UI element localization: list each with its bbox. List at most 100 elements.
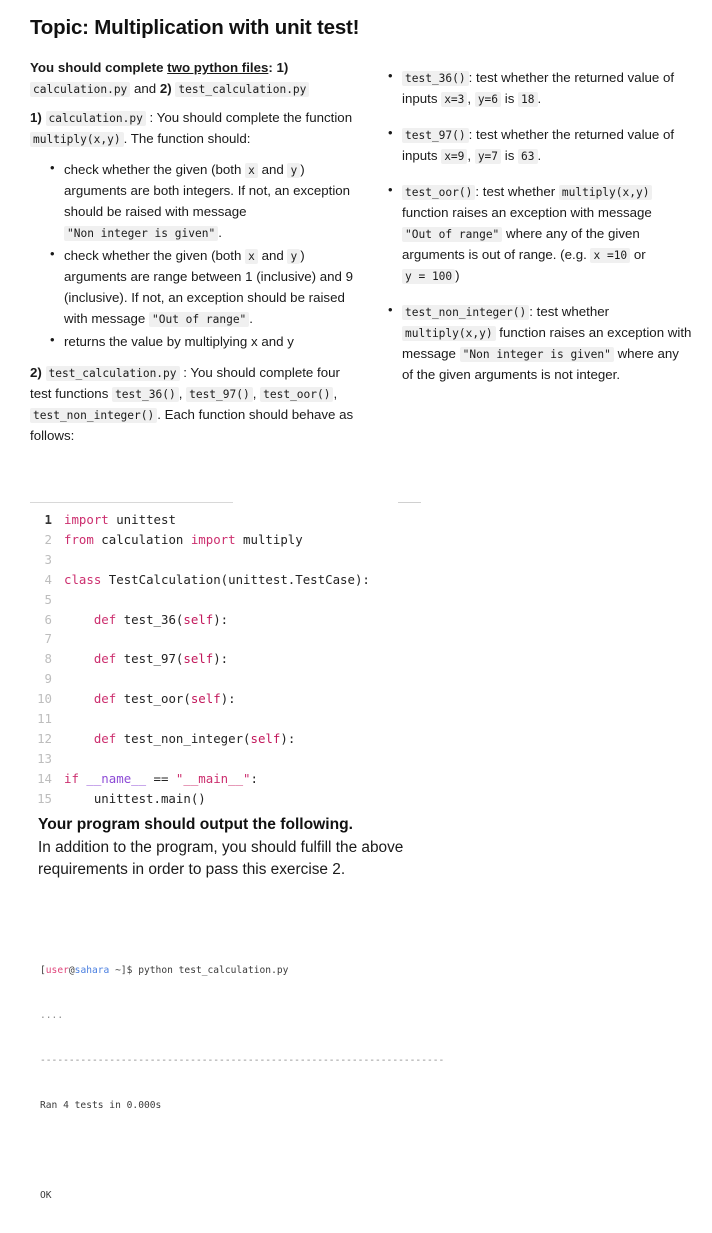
inline-code-y6: y=6 — [474, 92, 502, 108]
code-token: import — [190, 531, 236, 547]
inline-code-test-36: test_36() — [402, 71, 469, 87]
left-column: You should complete two python files: 1)… — [30, 57, 360, 456]
bullet3-text: returns the value by multiplying x and y — [64, 334, 294, 350]
output-body: In addition to the program, you should f… — [38, 838, 404, 879]
two-column-body: You should complete two python files: 1)… — [30, 57, 694, 456]
code-line-number: 1 — [44, 512, 52, 527]
inline-code-x: x — [245, 249, 258, 265]
code-line-text: def test_oor(self): — [64, 689, 236, 709]
list-item: check whether the given (both x and y) a… — [50, 158, 360, 243]
page-title: Topic: Multiplication with unit test! — [30, 16, 360, 39]
code-line-number: 2 — [44, 531, 52, 547]
inline-code-file1: calculation.py — [30, 82, 131, 98]
inline-code-y: y — [287, 249, 301, 265]
code-line-number: 13 — [37, 750, 52, 766]
terminal-summary: Ran 4 tests in 0.000s — [40, 1100, 162, 1111]
code-token: from — [64, 531, 94, 547]
prompt-close: ~]$ — [109, 965, 139, 976]
inline-code-test-oor: test_oor() — [402, 185, 476, 201]
inline-code-test-non-integer: test_non_integer() — [402, 305, 530, 321]
code-line-number: 4 — [44, 571, 52, 587]
code-token: test_97( — [116, 651, 184, 667]
code-token: def — [93, 730, 117, 746]
rb2-t1: : test whether — [475, 184, 556, 200]
rb2-t5: ) — [455, 268, 460, 284]
test-spec-bullet-list: test_36(): test whether the returned val… — [382, 66, 692, 385]
code-token: test_oor( — [116, 691, 191, 707]
list-item: check whether the given (both x and y) a… — [50, 244, 360, 329]
code-line: 1 import unittest — [30, 510, 590, 530]
rb0-t3: . — [537, 91, 542, 107]
code-token: unittest.main() — [64, 790, 206, 806]
code-line: 9 — [30, 669, 590, 689]
code-token: ): — [213, 611, 229, 627]
code-line-text: def test_36(self): — [64, 610, 228, 630]
inline-code-test-97: test_97() — [186, 387, 253, 403]
inline-code-x9: x=9 — [441, 149, 468, 165]
code-token: test_non_integer( — [116, 730, 251, 746]
inline-code-out-of-range-message: "Out of range" — [149, 312, 250, 328]
terminal-command: python test_calculation.py — [138, 965, 289, 976]
bullet1-post: . — [218, 225, 222, 241]
code-token: ): — [280, 730, 296, 746]
rb1-s1: , — [467, 148, 472, 164]
code-line-text: import unittest — [64, 510, 176, 530]
inline-code-y-100: y = 100 — [402, 269, 456, 285]
code-token: test_36( — [116, 611, 184, 627]
code-token: ): — [213, 651, 229, 667]
intro-and: and — [134, 81, 157, 97]
inline-code-multiply: multiply(x,y) — [30, 132, 124, 148]
code-line-text: class TestCalculation(unittest.TestCase)… — [64, 570, 370, 590]
code-token: def — [93, 691, 117, 707]
inline-code-test-36: test_36() — [112, 387, 179, 403]
code-line: 8 def test_97(self): — [30, 649, 590, 669]
inline-code-test-oor: test_oor() — [260, 387, 334, 403]
inline-code-multiply: multiply(x,y) — [558, 185, 653, 201]
rb1-t2: is — [504, 148, 515, 164]
right-column: test_36(): test whether the returned val… — [382, 57, 692, 400]
code-line-number: 5 — [44, 591, 52, 607]
code-token: TestCalculation(unittest.TestCase): — [101, 571, 370, 587]
terminal-dots: .... — [40, 1010, 64, 1021]
code-token: "__main__" — [175, 770, 251, 786]
bullet2-post: . — [249, 311, 253, 327]
code-line-number: 3 — [44, 551, 52, 567]
code-block-test-calculation: 1 import unittest 2 from calculation import… — [30, 510, 590, 809]
section2-paragraph: 2) test_calculation.py : You should comp… — [30, 362, 360, 446]
code-line: 13 — [30, 749, 590, 769]
code-line: 12 def test_non_integer(self): — [30, 729, 590, 749]
inline-code-63: 63 — [518, 149, 538, 165]
section1-number: 1) — [30, 110, 42, 126]
section1-paragraph: 1) calculation.py : You should complete … — [30, 107, 360, 149]
intro-paragraph: You should complete two python files: 1)… — [30, 57, 360, 99]
code-line: 5 — [30, 590, 590, 610]
inline-code-test-97: test_97() — [402, 128, 469, 144]
terminal-output-block: [user@sahara ~]$ python test_calculation… — [40, 933, 660, 1233]
bullet2-pre: check whether the given (both — [64, 248, 242, 264]
list-item: returns the value by multiplying x and y — [50, 330, 360, 352]
code-token: self — [183, 651, 214, 667]
rb2-t4: or — [633, 247, 646, 263]
terminal-divider: ----------------------------------------… — [40, 1055, 445, 1066]
inline-code-x3: x=3 — [441, 92, 468, 108]
code-token: __name__ — [86, 770, 147, 786]
code-line: 7 — [30, 629, 590, 649]
inline-code-test-non-integer: test_non_integer() — [30, 408, 158, 424]
column-divider-left — [30, 502, 233, 503]
code-line-number: 15 — [37, 790, 52, 806]
rb1-t3: . — [537, 148, 542, 164]
code-token: import — [64, 512, 109, 527]
code-line: 4 class TestCalculation(unittest.TestCase… — [30, 570, 590, 590]
document-page: Topic: Multiplication with unit test! Yo… — [0, 14, 712, 1201]
inline-code-x-10: x =10 — [590, 248, 631, 264]
code-line: 3 — [30, 550, 590, 570]
code-line-text: def test_non_integer(self): — [64, 729, 295, 749]
